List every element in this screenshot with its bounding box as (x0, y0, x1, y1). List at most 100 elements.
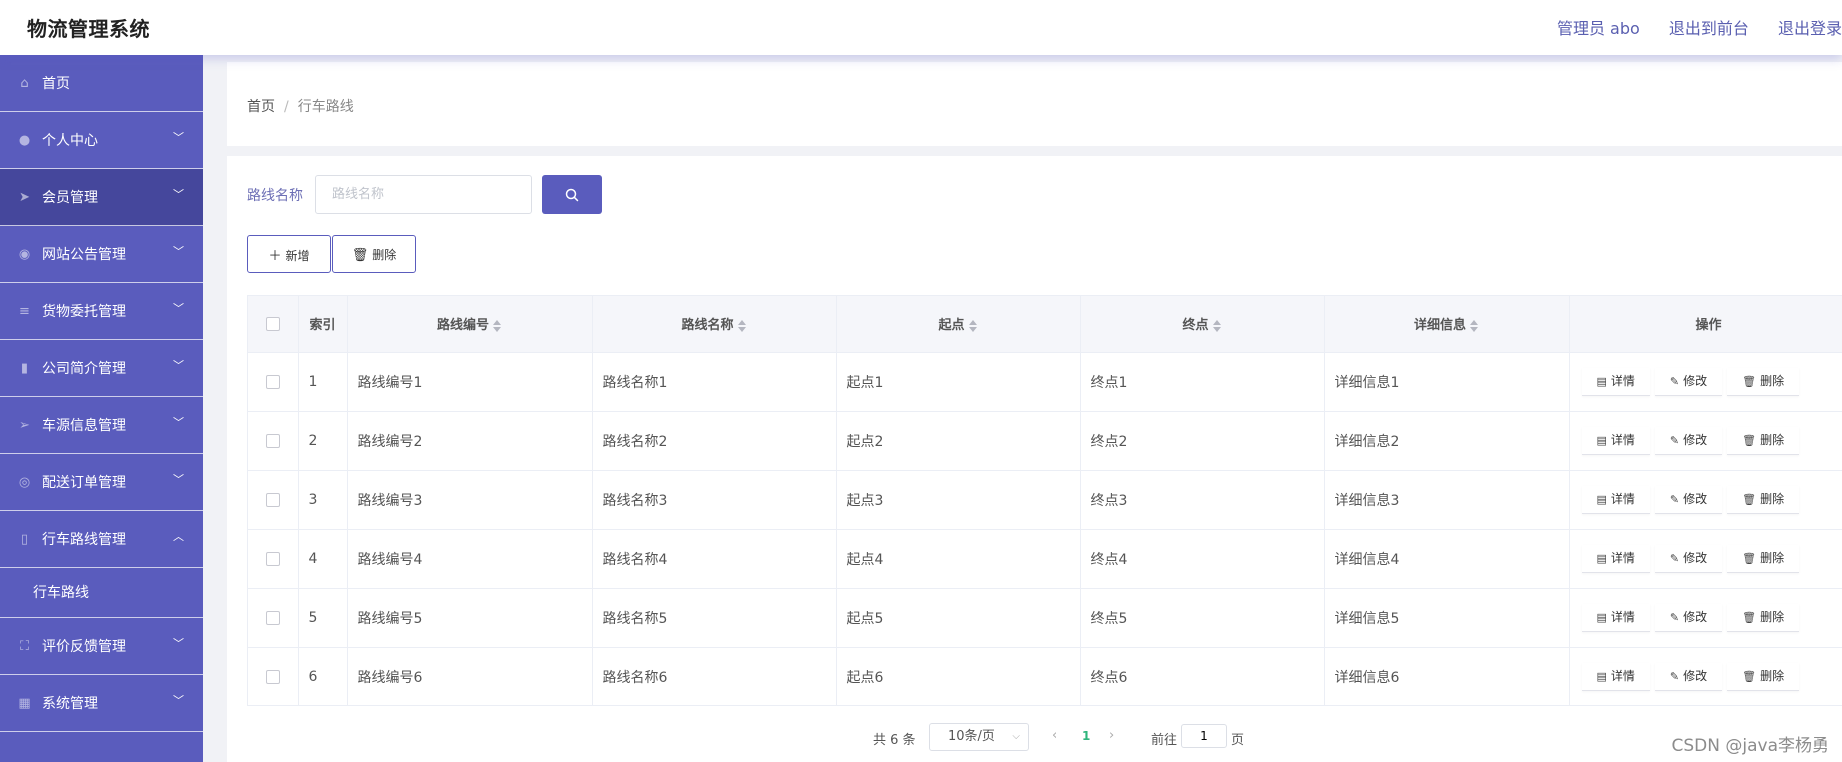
breadcrumb-home[interactable]: 首页 (247, 99, 275, 115)
search-input[interactable] (315, 175, 532, 214)
prev-page-icon[interactable]: ‹ (1052, 728, 1057, 743)
goto-page-input[interactable] (1181, 724, 1227, 748)
table-row: 2 路线编号2 路线名称2 起点2 终点2 详细信息2 ▤ 详情 ✎ 修改 🗑 删除 (248, 411, 1842, 471)
add-button[interactable]: ＋新增 (247, 235, 331, 273)
chevron-down-icon: ﹀ (173, 637, 184, 650)
cell-detail: 详细信息5 (1324, 588, 1570, 648)
sort-icon[interactable] (968, 319, 978, 333)
table-row: 5 路线编号5 路线名称5 起点5 终点5 详细信息5 ▤ 详情 ✎ 修改 🗑 删除 (248, 588, 1842, 648)
watermark: CSDN @java李杨勇 (1671, 736, 1830, 756)
search-button[interactable] (542, 175, 602, 214)
sidebar-item-11[interactable]: ▦ 系统管理 ﹀ (0, 675, 203, 732)
delete-button[interactable]: 🗑 删除 (1727, 427, 1800, 455)
row-select-cell (248, 352, 299, 412)
edit-icon: ✎ (1669, 669, 1680, 683)
table-row: 3 路线编号3 路线名称3 起点3 终点3 详细信息3 ▤ 详情 ✎ 修改 🗑 删除 (248, 470, 1842, 530)
cell-end: 终点6 (1080, 647, 1325, 705)
detail-button[interactable]: ▤ 详情 (1581, 545, 1650, 573)
row-checkbox[interactable] (265, 551, 280, 566)
sidebar-item-8[interactable]: ▯ 行车路线管理 ︿ (0, 511, 203, 568)
action-label: 修改 (1683, 668, 1708, 683)
sidebar-item-6[interactable]: ➢ 车源信息管理 ﹀ (0, 397, 203, 454)
column-label: 终点 (1182, 318, 1209, 334)
chevron-down-icon: ﹀ (173, 131, 184, 144)
submenu-item-routes[interactable]: 行车路线 (0, 568, 203, 618)
sidebar-item-4[interactable]: ≡ 货物委托管理 ﹀ (0, 283, 203, 340)
cell-name: 路线名称5 (592, 588, 837, 648)
edit-button[interactable]: ✎ 修改 (1654, 427, 1723, 455)
sidebar-item-7[interactable]: ◎ 配送订单管理 ﹀ (0, 454, 203, 511)
edit-button[interactable]: ✎ 修改 (1654, 604, 1723, 632)
column-header-code[interactable]: 路线编号 (347, 296, 593, 353)
sidebar-item-1[interactable]: ● 个人中心 ﹀ (0, 112, 203, 169)
sort-icon[interactable] (1212, 319, 1222, 333)
pagination-total: 共 6 条 (873, 733, 916, 748)
grid-icon: ▦ (18, 696, 31, 711)
edit-button[interactable]: ✎ 修改 (1654, 545, 1723, 573)
page-size-select[interactable]: 10条/页 ⌵ (929, 723, 1029, 751)
column-header-start[interactable]: 起点 (836, 296, 1081, 353)
cell-start: 起点1 (836, 352, 1081, 412)
chevron-down-icon: ⌵ (1012, 731, 1020, 742)
trash-icon: 🗑 (1742, 433, 1757, 447)
batch-delete-button[interactable]: 🗑 删除 (332, 235, 416, 273)
action-label: 删除 (1760, 550, 1785, 565)
sidebar-item-label: 首页 (42, 76, 70, 92)
edit-button[interactable]: ✎ 修改 (1654, 663, 1723, 691)
sort-icon[interactable] (737, 319, 747, 333)
cell-detail: 详细信息4 (1324, 529, 1570, 589)
sidebar-item-5[interactable]: ▮ 公司简介管理 ﹀ (0, 340, 203, 397)
detail-button[interactable]: ▤ 详情 (1581, 486, 1650, 514)
sort-icon[interactable] (1470, 319, 1479, 333)
cell-actions: ▤ 详情 ✎ 修改 🗑 删除 (1569, 647, 1842, 705)
cell-detail: 详细信息1 (1324, 352, 1570, 412)
detail-button[interactable]: ▤ 详情 (1581, 604, 1650, 632)
table-row: 1 路线编号1 路线名称1 起点1 终点1 详细信息1 ▤ 详情 ✎ 修改 🗑 删除 (248, 352, 1842, 412)
detail-button[interactable]: ▤ 详情 (1581, 368, 1650, 396)
delete-button[interactable]: 🗑 删除 (1727, 663, 1800, 691)
delete-button[interactable]: 🗑 删除 (1727, 545, 1800, 573)
row-checkbox[interactable] (265, 433, 280, 448)
sidebar-item-2[interactable]: ➤ 会员管理 ﹀ (0, 169, 203, 226)
cell-actions: ▤ 详情 ✎ 修改 🗑 删除 (1569, 470, 1842, 530)
column-header-end[interactable]: 终点 (1080, 296, 1325, 353)
row-checkbox[interactable] (265, 610, 280, 625)
page-number[interactable]: 1 (1082, 729, 1090, 743)
detail-button[interactable]: ▤ 详情 (1581, 663, 1650, 691)
current-user[interactable]: 管理员 abo (1557, 15, 1640, 39)
delete-button[interactable]: 🗑 删除 (1727, 604, 1800, 632)
edit-button[interactable]: ✎ 修改 (1654, 368, 1723, 396)
trash-icon: 🗑 (1742, 374, 1757, 388)
fullscreen-icon: ⛶ (19, 639, 30, 654)
row-checkbox[interactable] (265, 374, 280, 389)
trash-icon: 🗑 (1742, 492, 1757, 506)
page-suffix: 页 (1231, 733, 1245, 748)
sidebar-item-10[interactable]: ⛶ 评价反馈管理 ﹀ (0, 618, 203, 675)
delete-button[interactable]: 🗑 删除 (1727, 368, 1800, 396)
row-checkbox[interactable] (265, 669, 280, 684)
front-link[interactable]: 退出到前台 (1669, 15, 1749, 39)
sidebar-item-0[interactable]: ⌂ 首页 (0, 55, 203, 112)
delete-button[interactable]: 🗑 删除 (1727, 486, 1800, 514)
logout-link[interactable]: 退出登录 (1778, 15, 1842, 39)
position-icon: ➢ (19, 418, 30, 433)
sort-icon[interactable] (493, 319, 502, 333)
row-checkbox[interactable] (265, 492, 280, 507)
cell-code: 路线编号2 (347, 411, 593, 471)
action-label: 详情 (1610, 668, 1635, 683)
sidebar-item-3[interactable]: ◉ 网站公告管理 ﹀ (0, 226, 203, 283)
top-header: 物流管理系统 管理员 abo 退出到前台 退出登录 (0, 0, 1842, 55)
cell-end: 终点1 (1080, 352, 1325, 412)
column-header-name[interactable]: 路线名称 (592, 296, 837, 353)
trash-icon: 🗑 (1742, 669, 1757, 683)
cell-index: 1 (298, 352, 348, 412)
edit-button[interactable]: ✎ 修改 (1654, 486, 1723, 514)
sidebar-item-label: 评价反馈管理 (42, 639, 126, 655)
cell-detail: 详细信息3 (1324, 470, 1570, 530)
column-header-detail[interactable]: 详细信息 (1324, 296, 1570, 353)
doc-icon: ▤ (1596, 492, 1607, 506)
next-page-icon[interactable]: › (1109, 728, 1114, 743)
home-icon: ⌂ (20, 76, 29, 91)
detail-button[interactable]: ▤ 详情 (1581, 427, 1650, 455)
select-all-checkbox[interactable] (265, 316, 280, 331)
